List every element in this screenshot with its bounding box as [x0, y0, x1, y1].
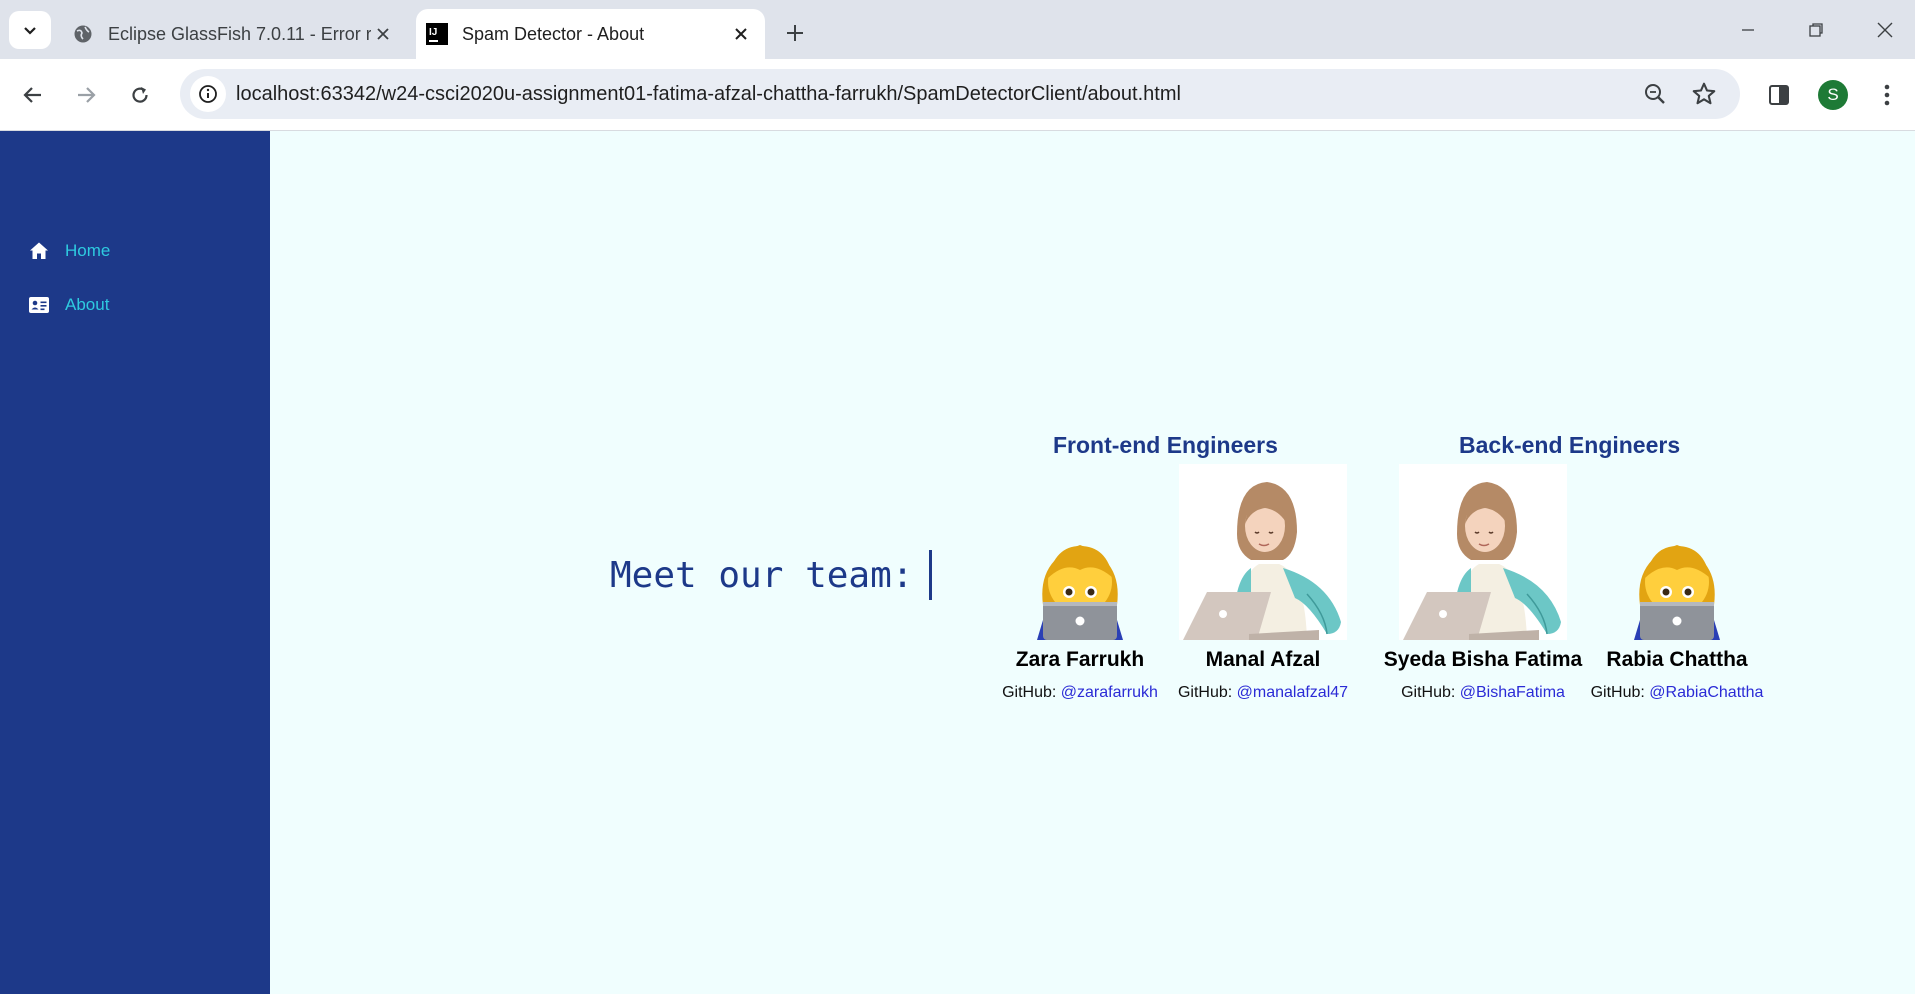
sidebar-item-label: Home — [65, 241, 111, 260]
woman-technologist-emoji — [995, 464, 1165, 640]
sidebar-item-home[interactable]: Home — [28, 240, 110, 262]
github-link[interactable]: @zarafarrukh — [1061, 684, 1158, 701]
group-title-frontend: Front-end Engineers — [1053, 432, 1278, 458]
bookmark-star-icon[interactable] — [1688, 78, 1720, 110]
browser-menu-button[interactable] — [1868, 76, 1906, 114]
profile-avatar[interactable]: S — [1814, 76, 1852, 114]
github-prefix: GitHub: — [1590, 684, 1645, 701]
member-name: Manal Afzal — [1205, 648, 1321, 671]
browser-toolbar: localhost:63342/w24-csci2020u-assignment… — [0, 59, 1915, 131]
hijab-woman-laptop-illustration — [1173, 464, 1353, 640]
browser-tab-strip: Eclipse GlassFish 7.0.11 - Error r IJ Sp… — [0, 0, 1915, 59]
new-tab-button[interactable] — [778, 16, 812, 50]
more-vertical-icon — [1884, 84, 1890, 106]
restore-icon — [1809, 23, 1823, 37]
close-window-button[interactable] — [1855, 10, 1915, 50]
github-prefix: GitHub: — [1401, 684, 1456, 701]
github-prefix: GitHub: — [1002, 684, 1057, 701]
github-link[interactable]: @RabiaChattha — [1649, 684, 1763, 701]
sidebar-item-label: About — [65, 295, 110, 314]
chevron-down-icon — [24, 27, 36, 35]
restore-button[interactable] — [1786, 10, 1846, 50]
site-info-icon[interactable] — [190, 76, 226, 112]
id-card-icon — [28, 294, 50, 316]
sidebar: Home About — [0, 131, 270, 994]
side-panel-icon[interactable] — [1760, 76, 1798, 114]
github-link[interactable]: @BishaFatima — [1460, 684, 1565, 701]
tab-title: Spam Detector - About — [462, 23, 645, 44]
back-button[interactable] — [15, 77, 51, 113]
group-title-backend: Back-end Engineers — [1459, 432, 1681, 458]
member-name: Zara Farrukh — [1015, 648, 1145, 671]
hijab-woman-laptop-illustration — [1376, 464, 1590, 640]
arrow-left-icon — [23, 87, 41, 103]
browser-tab-spam-detector[interactable]: IJ Spam Detector - About — [416, 9, 765, 59]
minimize-icon — [1742, 29, 1754, 31]
team-member-card: Rabia Chattha GitHub: @RabiaChattha — [1582, 464, 1772, 702]
member-github: GitHub: @zarafarrukh — [995, 684, 1165, 702]
close-tab-icon[interactable] — [371, 22, 395, 46]
member-name: Rabia Chattha — [1606, 648, 1748, 671]
close-tab-icon[interactable] — [729, 22, 753, 46]
close-icon — [1877, 22, 1893, 38]
typing-cursor — [929, 550, 933, 600]
zoom-icon[interactable] — [1639, 78, 1671, 110]
reload-icon — [132, 87, 148, 103]
profile-initial: S — [1818, 80, 1848, 110]
home-icon — [28, 240, 50, 262]
member-name: Syeda Bisha Fatima — [1383, 648, 1583, 671]
forward-button[interactable] — [68, 77, 104, 113]
team-member-card: Syeda Bisha Fatima GitHub: @BishaFatima — [1376, 464, 1590, 702]
team-member-card: Manal Afzal GitHub: @manalafzal47 — [1173, 464, 1353, 702]
sidebar-item-about[interactable]: About — [28, 294, 109, 316]
github-prefix: GitHub: — [1177, 684, 1233, 701]
tab-title: Eclipse GlassFish 7.0.11 - Error r — [108, 23, 371, 44]
team-heading: Meet our team: — [610, 550, 933, 600]
url-text: localhost:63342/w24-csci2020u-assignment… — [236, 83, 1181, 105]
svg-text:IJ: IJ — [429, 27, 437, 38]
member-github: GitHub: @RabiaChattha — [1582, 684, 1772, 702]
team-member-card: Zara Farrukh GitHub: @zarafarrukh — [995, 464, 1165, 702]
member-github: GitHub: @manalafzal47 — [1173, 684, 1353, 702]
tab-search-button[interactable] — [9, 11, 51, 49]
globe-icon — [72, 23, 94, 45]
minimize-button[interactable] — [1718, 10, 1778, 50]
github-link[interactable]: @manalafzal47 — [1237, 684, 1348, 701]
team-heading-text: Meet our team: — [610, 554, 914, 596]
plus-icon — [787, 25, 803, 41]
woman-technologist-emoji — [1582, 464, 1772, 640]
reload-button[interactable] — [122, 77, 158, 113]
browser-tab-glassfish[interactable]: Eclipse GlassFish 7.0.11 - Error r — [62, 9, 407, 59]
address-bar[interactable]: localhost:63342/w24-csci2020u-assignment… — [180, 69, 1740, 119]
intellij-icon: IJ — [426, 23, 448, 45]
member-github: GitHub: @BishaFatima — [1376, 684, 1590, 702]
main-content: Meet our team: Front-end Engineers Back-… — [270, 131, 1915, 994]
arrow-right-icon — [78, 87, 96, 103]
